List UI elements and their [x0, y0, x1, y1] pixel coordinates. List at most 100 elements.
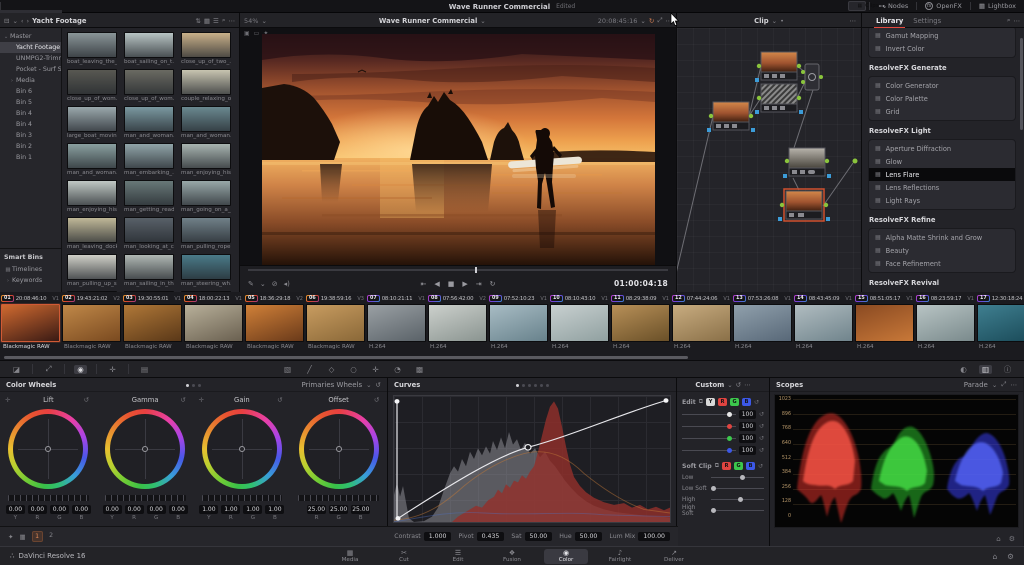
library-item-invert-color[interactable]: ▦Invert Color — [869, 42, 1015, 55]
channel-chip-b[interactable]: B — [746, 462, 755, 470]
media-clip[interactable]: man_steering_wh... — [181, 254, 231, 288]
viewer-tool-icon-0[interactable]: ▣ — [244, 30, 250, 37]
library-item-beauty[interactable]: ▦Beauty — [869, 244, 1015, 257]
library-tab-settings[interactable]: Settings — [913, 15, 941, 27]
bin-item-bin-2[interactable]: Bin 2 — [0, 141, 61, 152]
reset-icon[interactable]: ↺ — [759, 435, 764, 442]
soft-clip-dot[interactable] — [711, 508, 716, 513]
bin-item-bin-4[interactable]: Bin 4 — [0, 108, 61, 119]
media-clip[interactable]: man_enjoying_his... — [67, 180, 117, 214]
master-wheel-slider[interactable] — [298, 495, 379, 501]
wheel-value[interactable]: 25.00 — [351, 505, 370, 514]
library-item-color-generator[interactable]: ▦Color Generator — [869, 79, 1015, 92]
library-item-lens-flare[interactable]: ▦Lens Flare — [869, 168, 1015, 181]
page-button-media[interactable]: ▦Media — [328, 549, 372, 564]
grading-tool-2[interactable]: ◇ — [325, 365, 338, 374]
top-tab-luts[interactable]: ▤LUTs — [0, 0, 62, 2]
viewer-timeline-name[interactable]: Wave Runner Commercial — [379, 17, 477, 25]
grading-tool-0[interactable]: ▧ — [281, 365, 294, 374]
smart-bin-timelines[interactable]: ▦Timelines — [0, 264, 62, 275]
media-clip[interactable]: close_up_of_wom... — [67, 69, 117, 103]
reset-icon[interactable]: ↺ — [736, 381, 741, 389]
wheel-value[interactable]: 1.00 — [199, 505, 218, 514]
library-item-face-refinement[interactable]: ▦Face Refinement — [869, 257, 1015, 270]
link-icon[interactable]: ⧉ — [715, 462, 719, 470]
media-clip[interactable]: man_enjoying_his... — [181, 143, 231, 177]
media-clip[interactable]: man_and_woman... — [67, 143, 117, 177]
node-06-selected[interactable] — [778, 189, 830, 221]
scope-mode-selector[interactable]: Parade — [964, 381, 988, 389]
curve-value[interactable]: 100 — [739, 410, 756, 419]
viewer-tool-icon-1[interactable]: ▭ — [254, 30, 260, 37]
more-icon[interactable]: ⋯ — [666, 17, 673, 25]
grid-view-icon[interactable]: ▦ — [204, 17, 210, 25]
node-01[interactable] — [707, 102, 755, 132]
wheel-value[interactable]: 0.00 — [28, 505, 47, 514]
curve-slider-dot[interactable] — [727, 424, 732, 429]
reset-icon[interactable]: ↺ — [758, 463, 763, 470]
top-button-nodes[interactable]: ⊶Nodes — [870, 0, 916, 13]
skip-start-icon[interactable]: ⇤ — [420, 280, 426, 288]
master-wheel-slider[interactable] — [202, 495, 283, 501]
chevron-down-icon[interactable]: ⌄ — [12, 17, 17, 25]
viewer-zoom-level[interactable]: 54% — [244, 17, 258, 25]
wheel-value[interactable]: 25.00 — [329, 505, 348, 514]
library-item-aperture-diffraction[interactable]: ▦Aperture Diffraction — [869, 142, 1015, 155]
soft-clip-track[interactable] — [711, 499, 764, 500]
scope-tool-1[interactable]: ▥ — [979, 365, 992, 374]
channel-chip-g[interactable]: G — [734, 462, 743, 470]
wheel-value[interactable]: 0.00 — [50, 505, 69, 514]
reset-icon[interactable]: ↺ — [754, 399, 759, 406]
bypass-grades-icon[interactable]: ↻ — [649, 17, 654, 25]
media-clip[interactable]: man_and_woman... — [124, 106, 174, 140]
auto-color-icon[interactable]: ✦ — [8, 533, 13, 541]
media-clip[interactable]: man_getting_read... — [124, 180, 174, 214]
page-button-fairlight[interactable]: ♪Fairlight — [598, 549, 642, 564]
panel-collapse-icon[interactable]: ⊟ — [4, 17, 9, 25]
node-02[interactable] — [755, 52, 801, 82]
wheel-value[interactable]: 0.00 — [6, 505, 25, 514]
wheel-ring[interactable] — [105, 409, 185, 489]
library-item-grid[interactable]: ▦Grid — [869, 105, 1015, 118]
media-clip[interactable]: man_and_woman... — [181, 106, 231, 140]
curve-slider-dot[interactable] — [727, 436, 732, 441]
media-clip[interactable]: man_sailing_in_th... — [124, 254, 174, 288]
wheel-value[interactable]: 0.00 — [72, 505, 91, 514]
timeline-clip-16[interactable]: 1608:23:59:17V1H.264 — [915, 292, 976, 354]
wheel-center-handle[interactable] — [336, 446, 342, 452]
curve-slider-track[interactable] — [682, 450, 736, 451]
stop-icon[interactable]: ■ — [448, 280, 455, 288]
timeline-clip-10[interactable]: 1008:10:43:10V1H.264 — [549, 292, 610, 354]
palette-tool-3[interactable]: ✛ — [106, 365, 119, 374]
soft-clip-track[interactable] — [711, 510, 764, 511]
media-clip[interactable]: man_leaving_dock... — [67, 217, 117, 251]
loop-icon[interactable]: ↻ — [490, 280, 496, 288]
link-icon[interactable]: ⧉ — [699, 398, 703, 406]
bin-item-yacht-footage[interactable]: Yacht Footage — [0, 42, 61, 53]
media-clip[interactable]: couple_relaxing_o... — [181, 69, 231, 103]
media-clip[interactable]: man_embarking_... — [124, 143, 174, 177]
palette-tool-1[interactable]: ⤢ — [42, 364, 55, 374]
soft-clip-dot[interactable] — [738, 497, 743, 502]
timeline-clip-05[interactable]: 0518:36:29:18V2Blackmagic RAW — [244, 292, 305, 354]
wheel-value[interactable]: 1.00 — [243, 505, 262, 514]
grading-tool-4[interactable]: ✛ — [369, 365, 382, 374]
smart-bin-keywords[interactable]: ›Keywords — [0, 275, 62, 286]
playhead[interactable] — [475, 267, 477, 273]
soft-clip-dot[interactable] — [711, 486, 716, 491]
chevron-down-icon[interactable]: ⌄ — [480, 17, 485, 25]
top-button-clips[interactable]: ▦Clips⌄ — [848, 1, 866, 11]
adjust-page-2[interactable]: 2 — [46, 531, 57, 542]
adjust-value[interactable]: 50.00 — [575, 532, 603, 541]
bin-item-bin-5[interactable]: Bin 5 — [0, 97, 61, 108]
scope-tool-2[interactable]: ⓘ — [1001, 364, 1014, 375]
bin-item-unmpg2-trimm[interactable]: UNMPG2-Trimm... — [0, 53, 61, 64]
sort-icon[interactable]: ⇅ — [195, 17, 200, 25]
curve-slider-dot[interactable] — [727, 412, 732, 417]
timeline-clip-13[interactable]: 1307:53:26:08V1H.264 — [732, 292, 793, 354]
timeline-clip-14[interactable]: 1408:43:45:09V1H.264 — [793, 292, 854, 354]
media-clip[interactable]: boat_sailing_on_t... — [124, 32, 174, 66]
library-item-glow[interactable]: ▦Glow — [869, 155, 1015, 168]
home-icon[interactable]: ⌂ — [996, 535, 1000, 543]
viewer-timecode[interactable]: 20:08:45:16 — [598, 17, 638, 25]
